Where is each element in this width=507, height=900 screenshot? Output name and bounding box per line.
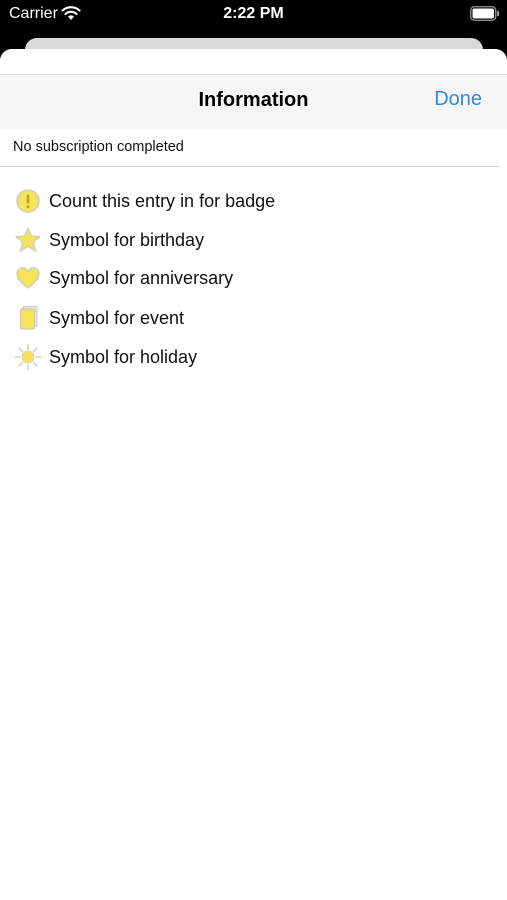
subscription-status: No subscription completed [0, 129, 500, 167]
done-button[interactable]: Done [434, 88, 482, 111]
legend-item-label: Count this entry in for badge [49, 190, 276, 211]
sheet-grabber-area [0, 49, 507, 74]
status-time: 2:22 PM [223, 5, 284, 22]
information-sheet: Information Done No subscription complet… [0, 49, 507, 900]
legend-item-label: Symbol for anniversary [49, 267, 234, 288]
legend-item-label: Symbol for holiday [49, 346, 198, 367]
legend-item-event: Symbol for event [14, 304, 184, 332]
badge-count-icon [14, 187, 42, 215]
navigation-bar: Information Done [0, 74, 507, 129]
status-bar: Carrier 2:22 PM [0, 0, 507, 30]
sun-icon [14, 343, 42, 371]
legend-item-holiday: Symbol for holiday [14, 343, 197, 371]
legend-item-birthday: Symbol for birthday [14, 226, 204, 254]
heart-icon [14, 264, 42, 292]
star-icon [14, 226, 42, 254]
event-document-icon [14, 304, 42, 332]
legend-item-badge: Count this entry in for badge [14, 187, 275, 215]
legend-item-label: Symbol for event [49, 307, 185, 328]
page-title: Information [198, 89, 309, 111]
legend-item-label: Symbol for birthday [49, 229, 205, 250]
battery-icon [470, 6, 499, 21]
legend-item-anniversary: Symbol for anniversary [14, 264, 233, 292]
